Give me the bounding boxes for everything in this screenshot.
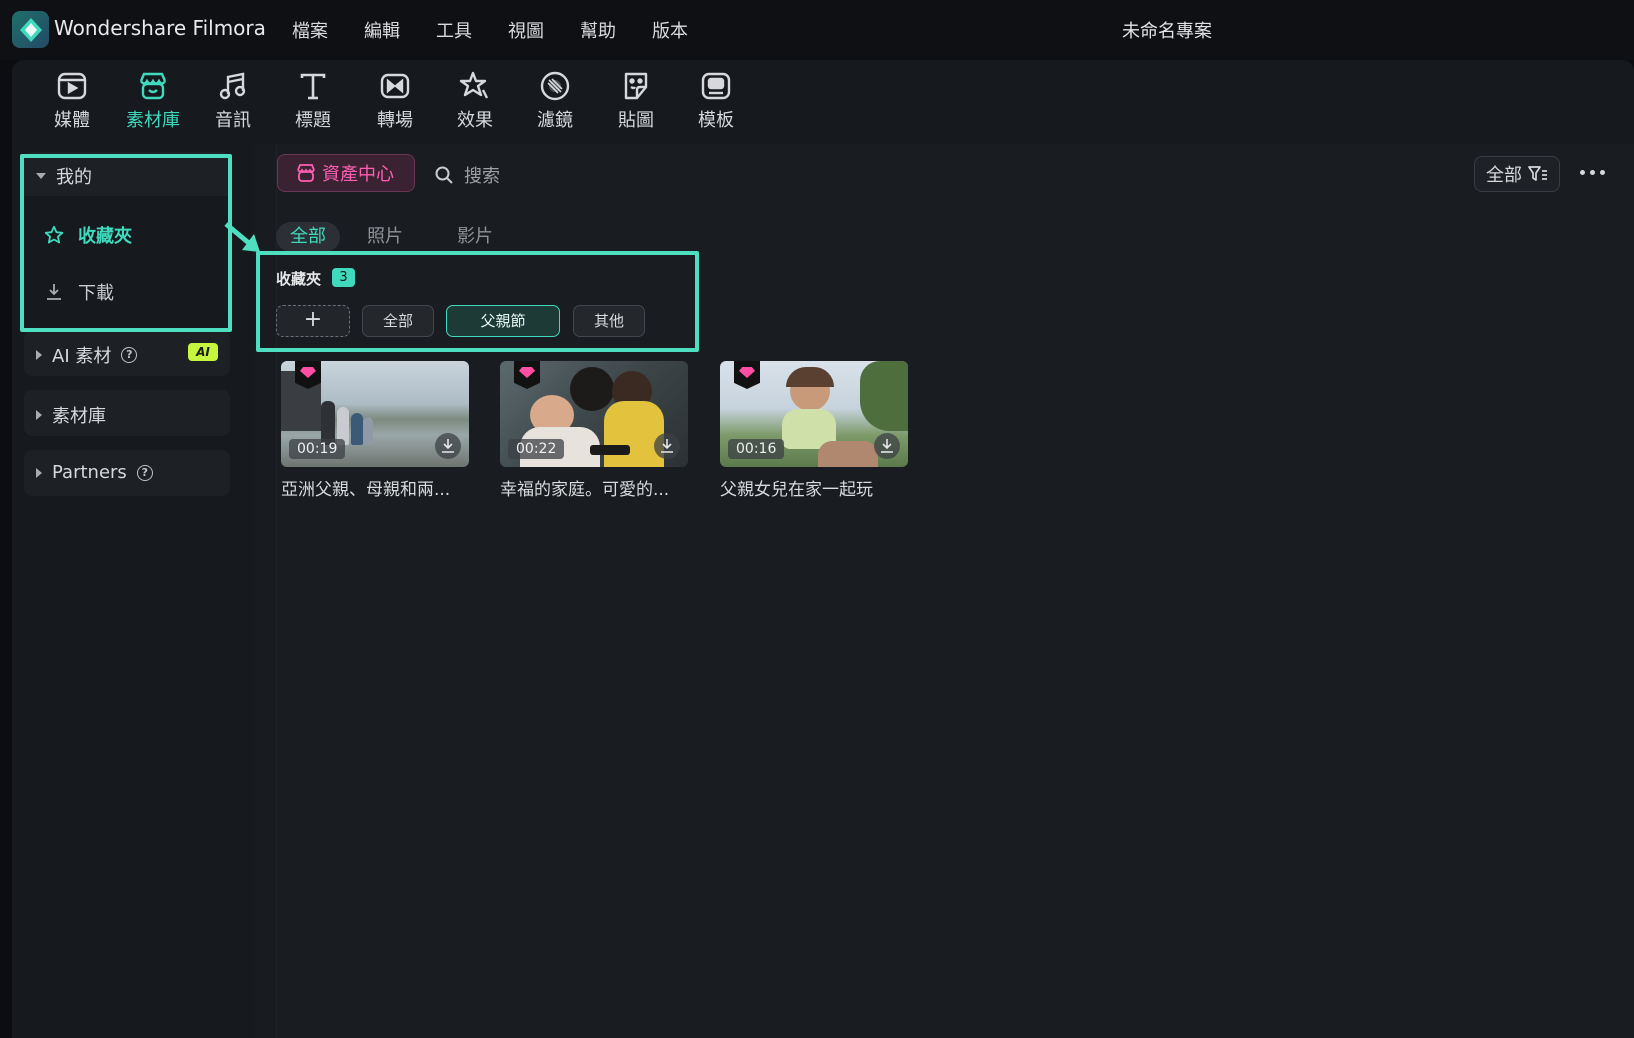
tab-all[interactable]: 全部	[276, 222, 340, 252]
title-bar: Wondershare Filmora 檔案 編輯 工具 視圖 幫助 版本 未命…	[0, 0, 1634, 60]
sidebar-partners-label: Partners	[52, 462, 127, 483]
stock-store-icon	[139, 72, 167, 100]
media-card-title: 幸福的家庭。可愛的...	[500, 480, 670, 500]
effects-star-icon	[459, 71, 489, 99]
toolbar-templates-label: 模板	[698, 110, 734, 131]
tab-photos[interactable]: 照片	[340, 222, 430, 252]
toolbar-effects-label: 效果	[457, 110, 493, 131]
search-box[interactable]: 搜索	[434, 162, 500, 188]
toolbar-audio-label: 音訊	[215, 110, 251, 131]
toolbar-stickers-label: 貼圖	[618, 110, 654, 131]
menu-bar: 檔案 編輯 工具 視圖 幫助 版本	[292, 17, 724, 43]
media-card[interactable]: 00:16 父親女兒在家一起玩	[720, 361, 908, 500]
video-duration: 00:22	[508, 439, 565, 459]
menu-tools[interactable]: 工具	[436, 17, 508, 43]
media-card-title: 父親女兒在家一起玩	[720, 480, 873, 500]
search-icon	[435, 166, 453, 184]
expand-right-icon	[36, 350, 42, 360]
help-icon[interactable]: ?	[121, 347, 138, 363]
asset-center-button[interactable]: 資產中心	[277, 154, 415, 192]
filter-funnel-icon	[1528, 166, 1547, 181]
toolbar-stock-label: 素材庫	[126, 110, 180, 131]
music-note-icon	[219, 72, 246, 100]
media-type-tabs: 全部 照片 影片	[276, 222, 520, 252]
toolbar-titles-label: 標題	[295, 110, 331, 131]
sidebar-partners-section[interactable]: Partners ?	[24, 450, 230, 496]
toolbar-transitions[interactable]: 轉場	[360, 70, 430, 140]
video-duration: 00:16	[728, 439, 785, 459]
toolbar-stock[interactable]: 素材庫	[118, 70, 188, 140]
sidebar-stock-section[interactable]: 素材庫	[24, 390, 230, 436]
menu-file[interactable]: 檔案	[292, 17, 364, 43]
sticker-icon	[624, 72, 648, 100]
expand-right-icon	[36, 410, 42, 420]
toolbar-filters[interactable]: 濾鏡	[520, 70, 590, 140]
ai-badge: AI	[188, 343, 218, 361]
media-card-title: 亞洲父親、母親和兩...	[281, 480, 451, 500]
annotation-arrow-icon	[224, 222, 260, 252]
sidebar-stock-header: 素材庫	[36, 402, 106, 428]
filmora-window: Wondershare Filmora 檔案 編輯 工具 視圖 幫助 版本 未命…	[0, 0, 1634, 1038]
toolbar-audio[interactable]: 音訊	[198, 70, 268, 140]
media-card[interactable]: 00:22 幸福的家庭。可愛的...	[500, 361, 688, 500]
filter-dropdown[interactable]: 全部	[1474, 156, 1560, 192]
app-name: Wondershare Filmora	[54, 16, 266, 40]
menu-help[interactable]: 幫助	[580, 17, 652, 43]
toolbar-transitions-label: 轉場	[377, 110, 413, 131]
menu-edit[interactable]: 編輯	[364, 17, 436, 43]
sidebar-stock-label: 素材庫	[52, 406, 106, 427]
menu-version[interactable]: 版本	[652, 17, 724, 43]
filter-icon	[540, 71, 570, 101]
toolbar-media-label: 媒體	[54, 110, 90, 131]
filmora-logo-icon	[12, 11, 49, 48]
search-placeholder: 搜索	[464, 166, 500, 187]
video-thumbnail[interactable]: 00:16	[720, 361, 908, 467]
toolbar-stickers[interactable]: 貼圖	[601, 70, 671, 140]
premium-gem-icon	[734, 361, 760, 389]
toolbar-effects[interactable]: 效果	[440, 70, 510, 140]
highlight-box-favorites	[256, 251, 699, 352]
download-icon[interactable]	[654, 433, 680, 459]
menu-view[interactable]: 視圖	[508, 17, 580, 43]
project-title: 未命名專案	[1122, 21, 1212, 42]
store-icon	[297, 164, 315, 182]
premium-gem-icon	[514, 361, 540, 389]
toolbar-filters-label: 濾鏡	[537, 110, 573, 131]
media-card[interactable]: 00:19 亞洲父親、母親和兩...	[281, 361, 469, 500]
transition-icon	[380, 73, 410, 99]
media-icon	[57, 72, 87, 100]
sidebar-ai-label: AI 素材	[52, 346, 112, 367]
main-toolbar: 媒體 素材庫 音訊 標題 轉場 效果 濾鏡 貼圖 模板	[12, 60, 1634, 144]
sidebar-partners-header: Partners ?	[36, 462, 153, 483]
video-duration: 00:19	[289, 439, 346, 459]
more-options-icon[interactable]	[1580, 170, 1605, 175]
video-thumbnail[interactable]: 00:22	[500, 361, 688, 467]
asset-center-label: 資產中心	[322, 164, 394, 185]
text-t-icon	[300, 73, 326, 100]
download-icon[interactable]	[435, 433, 461, 459]
toolbar-templates[interactable]: 模板	[681, 70, 751, 140]
download-icon[interactable]	[874, 433, 900, 459]
highlight-box-sidebar	[20, 154, 232, 332]
expand-right-icon	[36, 467, 42, 478]
toolbar-media[interactable]: 媒體	[37, 70, 107, 140]
help-icon[interactable]: ?	[136, 464, 153, 481]
video-thumbnail[interactable]: 00:19	[281, 361, 469, 467]
sidebar-ai-header: AI 素材 ?	[36, 342, 138, 368]
toolbar-titles[interactable]: 標題	[278, 70, 348, 140]
template-icon	[701, 72, 731, 100]
tab-videos[interactable]: 影片	[430, 222, 520, 252]
filter-label: 全部	[1486, 165, 1522, 186]
sidebar-ai-section[interactable]: AI 素材 ? AI	[24, 330, 230, 376]
